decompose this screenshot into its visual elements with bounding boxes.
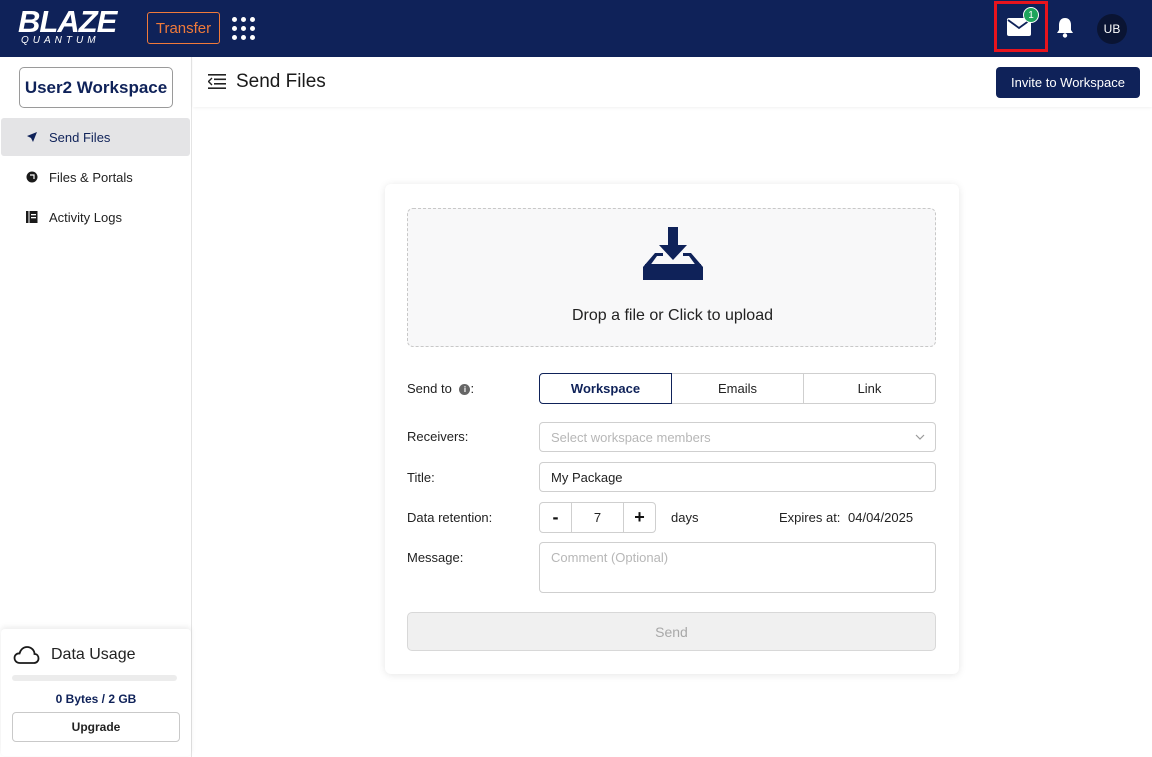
sidebar-item-label: Activity Logs: [49, 209, 122, 225]
title-label: Title:: [407, 470, 435, 485]
apps-grid-icon[interactable]: [232, 17, 256, 41]
sidebar-item-label: Files & Portals: [49, 169, 133, 185]
blaze-quantum-logo[interactable]: BLAZE QUANTUM: [18, 4, 117, 46]
logo-main-text: BLAZE: [18, 4, 117, 39]
cloud-icon: [13, 646, 40, 664]
info-icon[interactable]: i: [459, 384, 471, 395]
send-to-emails-option[interactable]: Emails: [672, 373, 804, 404]
files-icon: [25, 170, 39, 184]
send-files-card: Drop a file or Click to upload Send to i…: [385, 184, 959, 674]
send-to-workspace-option[interactable]: Workspace: [539, 373, 672, 404]
dropzone-text: Drop a file or Click to upload: [572, 307, 773, 324]
workspace-selector-button[interactable]: User2 Workspace: [19, 67, 173, 108]
retention-decrement-button[interactable]: -: [540, 503, 571, 532]
retention-value-input[interactable]: 7: [571, 503, 624, 532]
message-textarea[interactable]: Comment (Optional): [539, 542, 936, 593]
send-to-link-option[interactable]: Link: [804, 373, 936, 404]
top-bar: BLAZE QUANTUM Transfer 1 UB: [0, 0, 1152, 57]
mail-badge: 1: [1023, 7, 1039, 23]
receivers-select[interactable]: Select workspace members: [539, 422, 936, 452]
invite-to-workspace-button[interactable]: Invite to Workspace: [996, 67, 1140, 98]
page-header: Send Files Invite to Workspace: [193, 57, 1152, 107]
message-label: Message:: [407, 550, 464, 565]
send-to-label: Send to i:: [407, 381, 474, 396]
data-usage-title: Data Usage: [51, 646, 136, 663]
data-retention-label: Data retention:: [407, 510, 493, 525]
data-usage-card: Data Usage 0 Bytes / 2 GB Upgrade: [1, 629, 191, 756]
page-title: Send Files: [236, 71, 326, 92]
send-button[interactable]: Send: [407, 612, 936, 651]
sidebar-item-activity-logs[interactable]: Activity Logs: [1, 198, 190, 236]
sidebar-item-send-files[interactable]: Send Files: [1, 118, 190, 156]
receivers-label: Receivers:: [407, 429, 469, 444]
data-usage-bar: [12, 675, 177, 681]
sidebar: User2 Workspace Send Files Files & Porta…: [0, 57, 192, 757]
title-input[interactable]: My Package: [539, 462, 936, 492]
data-usage-text: 0 Bytes / 2 GB: [55, 692, 137, 706]
transfer-button[interactable]: Transfer: [147, 12, 220, 44]
sidebar-item-label: Send Files: [49, 129, 111, 145]
retention-unit: days: [671, 510, 699, 525]
user-avatar[interactable]: UB: [1097, 14, 1127, 44]
message-placeholder: Comment (Optional): [551, 550, 669, 565]
title-input-value: My Package: [551, 469, 623, 485]
send-icon: [25, 130, 39, 144]
activity-log-icon: [25, 210, 39, 224]
send-to-label-text: Send to: [407, 381, 452, 396]
retention-increment-button[interactable]: +: [624, 503, 655, 532]
send-to-colon: :: [470, 381, 475, 396]
download-tray-icon: [643, 227, 703, 280]
sidebar-item-files-portals[interactable]: Files & Portals: [1, 158, 190, 196]
receivers-placeholder: Select workspace members: [551, 429, 711, 445]
file-dropzone[interactable]: Drop a file or Click to upload: [407, 208, 936, 347]
expires-at-value: 04/04/2025: [848, 510, 914, 525]
menu-collapse-icon[interactable]: [208, 74, 226, 89]
upgrade-button[interactable]: Upgrade: [12, 712, 180, 742]
bell-icon[interactable]: [1055, 17, 1075, 38]
retention-stepper: - 7 +: [539, 502, 656, 533]
send-to-segmented-control: Workspace Emails Link: [539, 373, 936, 404]
expires-at-label: Expires at:: [779, 510, 841, 525]
chevron-down-icon: [915, 434, 925, 440]
